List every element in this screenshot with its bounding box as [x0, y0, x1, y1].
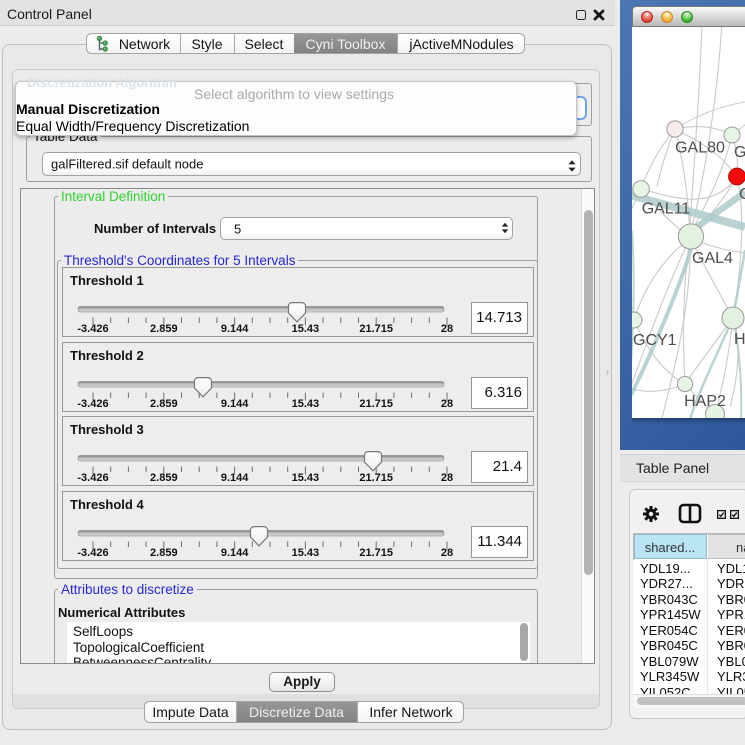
svg-text:28: 28: [441, 323, 453, 335]
svg-text:15.43: 15.43: [292, 547, 320, 559]
svg-text:21.715: 21.715: [359, 547, 393, 559]
svg-text:GCY1: GCY1: [633, 332, 677, 349]
svg-text:C: C: [739, 186, 745, 203]
svg-text:2.859: 2.859: [150, 547, 178, 559]
svg-text:2.859: 2.859: [150, 398, 178, 410]
svg-text:2.859: 2.859: [150, 472, 178, 484]
svg-text:GAL11: GAL11: [642, 201, 691, 218]
svg-text:15.43: 15.43: [292, 472, 320, 484]
svg-text:21.715: 21.715: [359, 472, 393, 484]
svg-text:28: 28: [441, 547, 453, 559]
svg-text:-3.426: -3.426: [77, 547, 108, 559]
svg-text:2.859: 2.859: [150, 323, 178, 335]
svg-text:GAL80: GAL80: [675, 140, 725, 157]
svg-text:15.43: 15.43: [292, 398, 320, 410]
svg-text:9.144: 9.144: [221, 472, 249, 484]
svg-text:H: H: [734, 331, 745, 348]
svg-text:28: 28: [441, 398, 453, 410]
svg-text:GAL4: GAL4: [692, 250, 733, 267]
svg-text:21.715: 21.715: [359, 323, 393, 335]
svg-text:9.144: 9.144: [221, 398, 249, 410]
svg-text:28: 28: [441, 472, 453, 484]
svg-text:21.715: 21.715: [359, 398, 393, 410]
svg-text:-3.426: -3.426: [77, 472, 108, 484]
svg-text:HAP2: HAP2: [684, 393, 726, 410]
svg-text:9.144: 9.144: [221, 547, 249, 559]
svg-text:GAL: GAL: [734, 144, 745, 161]
svg-text:9.144: 9.144: [221, 323, 249, 335]
svg-text:-3.426: -3.426: [77, 398, 108, 410]
svg-text:-3.426: -3.426: [77, 323, 108, 335]
svg-text:15.43: 15.43: [292, 323, 320, 335]
